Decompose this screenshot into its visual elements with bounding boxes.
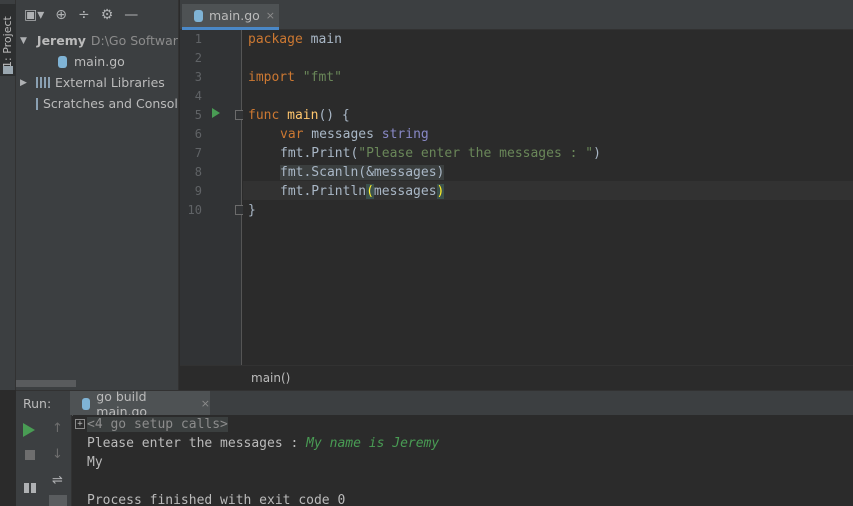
code-line: package main (248, 30, 342, 49)
function-call: fmt.Print( (280, 146, 359, 161)
chevron-down-icon[interactable]: ▼ (20, 36, 27, 46)
line-number: 9 (194, 184, 202, 198)
run-panel-header: Run: go build main.go × (16, 388, 853, 419)
project-toolbar: ▣▾ ⊕ ÷ ⚙ — (16, 0, 178, 30)
project-root-name: Jeremy (36, 33, 86, 48)
rerun-icon[interactable] (23, 423, 35, 437)
line-number: 8 (194, 165, 202, 179)
string-literal: "Please enter the messages : " (358, 146, 594, 161)
close-icon[interactable]: × (266, 9, 275, 22)
line-number: 3 (194, 70, 202, 84)
run-gutter-icon[interactable] (212, 108, 220, 118)
horizontal-scrollbar[interactable] (16, 380, 76, 387)
tree-item-external-libraries[interactable]: ▶ External Libraries (16, 72, 178, 93)
soft-wrap-icon[interactable]: ⇌ (52, 473, 68, 489)
keyword: package (248, 32, 303, 47)
tree-item-label: Scratches and Consoles (43, 96, 179, 111)
code-line: } (248, 201, 256, 220)
line-number: 1 (194, 32, 202, 46)
function-call: fmt.Scanln(&messages) (280, 165, 445, 180)
setup-calls-folded[interactable]: <4 go setup calls> (87, 417, 228, 432)
code-line: var messages string (280, 125, 429, 144)
stop-icon[interactable] (25, 450, 35, 460)
editor-tab-bar: main.go × (180, 0, 853, 30)
identifier: main (302, 32, 342, 47)
breadcrumb-item[interactable]: main() (251, 371, 290, 385)
line-number: 2 (194, 51, 202, 65)
keyword: func (248, 108, 280, 123)
tree-item-label: External Libraries (55, 75, 165, 90)
editor-gutter: 1 2 3 4 5 6 7 8 9 10 (180, 30, 245, 365)
keyword: import (248, 70, 295, 85)
tree-item-main-go[interactable]: main.go (16, 51, 178, 72)
folder-icon (3, 66, 13, 74)
code-line: fmt.Print("Please enter the messages : "… (280, 144, 601, 163)
project-tool-tab-label: 1: Project (1, 16, 14, 68)
matched-brace: ( (366, 184, 374, 199)
line-number: 5 (194, 108, 202, 122)
console-output: Please enter the messages : (87, 436, 307, 451)
code-line: fmt.Scanln(&messages) (280, 163, 445, 182)
string-literal: "fmt" (302, 70, 342, 85)
tree-item-project-root[interactable]: ▼ Jeremy D:\Go Software (16, 30, 178, 51)
project-tree: ▼ Jeremy D:\Go Software main.go ▶ Extern… (16, 30, 178, 114)
punctuation: } (248, 203, 256, 218)
layout-icon[interactable] (24, 483, 37, 493)
console-line: <4 go setup calls> (87, 415, 228, 434)
type-name: string (381, 127, 429, 142)
run-tab-label: go build main.go (96, 388, 148, 419)
go-file-icon (82, 397, 91, 410)
console-line: My (87, 455, 103, 470)
arrow-up-icon[interactable]: ↑ (52, 421, 68, 437)
run-console[interactable]: + <4 go setup calls> Please enter the me… (73, 415, 853, 506)
matched-brace: ) (436, 184, 445, 199)
collapse-icon[interactable]: ÷ (78, 7, 90, 23)
line-number: 7 (194, 146, 202, 160)
locate-icon[interactable]: ⊕ (55, 7, 67, 23)
code-line: func main() { (248, 106, 350, 125)
arrow-down-icon[interactable]: ↓ (52, 447, 68, 463)
line-number: 4 (194, 89, 202, 103)
console-user-input: My name is Jeremy (306, 436, 440, 451)
run-tab-go-build[interactable]: go build main.go × (70, 388, 210, 419)
project-view-icon[interactable]: ▣▾ (24, 7, 44, 23)
punctuation: () { (318, 108, 350, 123)
close-icon[interactable]: × (201, 397, 210, 410)
identifier: messages (303, 127, 382, 142)
run-panel-title: Run: (23, 396, 52, 411)
identifier: messages (373, 184, 437, 199)
punctuation: ) (593, 146, 601, 161)
code-line: import "fmt" (248, 68, 342, 87)
library-icon (36, 77, 50, 88)
tool-window-stripe: 1: Project (0, 0, 16, 390)
code-line: fmt.Println(messages) (280, 182, 445, 201)
gear-icon[interactable]: ⚙ (101, 7, 114, 23)
code-editor[interactable]: package main import "fmt" func main() { … (243, 30, 853, 365)
keyword: var (280, 127, 304, 142)
breadcrumb: main() (180, 365, 853, 390)
console-line: Process finished with exit code 0 (87, 493, 346, 506)
function-name: main (287, 108, 319, 123)
scratches-icon (36, 97, 38, 110)
function-call: fmt.Println (280, 184, 367, 199)
line-number: 10 (187, 203, 202, 217)
tab-main-go[interactable]: main.go × (182, 4, 279, 30)
tree-item-scratches[interactable]: Scratches and Consoles (16, 93, 178, 114)
project-panel: ▣▾ ⊕ ÷ ⚙ — ▼ Jeremy D:\Go Software main.… (16, 0, 179, 390)
tree-item-label: main.go (74, 54, 125, 69)
go-file-icon (194, 9, 203, 22)
console-line: Please enter the messages : My name is J… (87, 434, 439, 453)
project-root-path: D:\Go Software (90, 33, 179, 48)
print-icon[interactable] (49, 495, 67, 506)
go-file-icon (58, 55, 67, 68)
chevron-right-icon[interactable]: ▶ (20, 78, 30, 88)
tab-label: main.go (209, 8, 260, 23)
expand-icon[interactable]: + (75, 419, 85, 429)
line-number: 6 (194, 127, 202, 141)
run-toolbar: ↑ ↓ ⇌ (16, 415, 72, 506)
hide-icon[interactable]: — (124, 7, 138, 23)
